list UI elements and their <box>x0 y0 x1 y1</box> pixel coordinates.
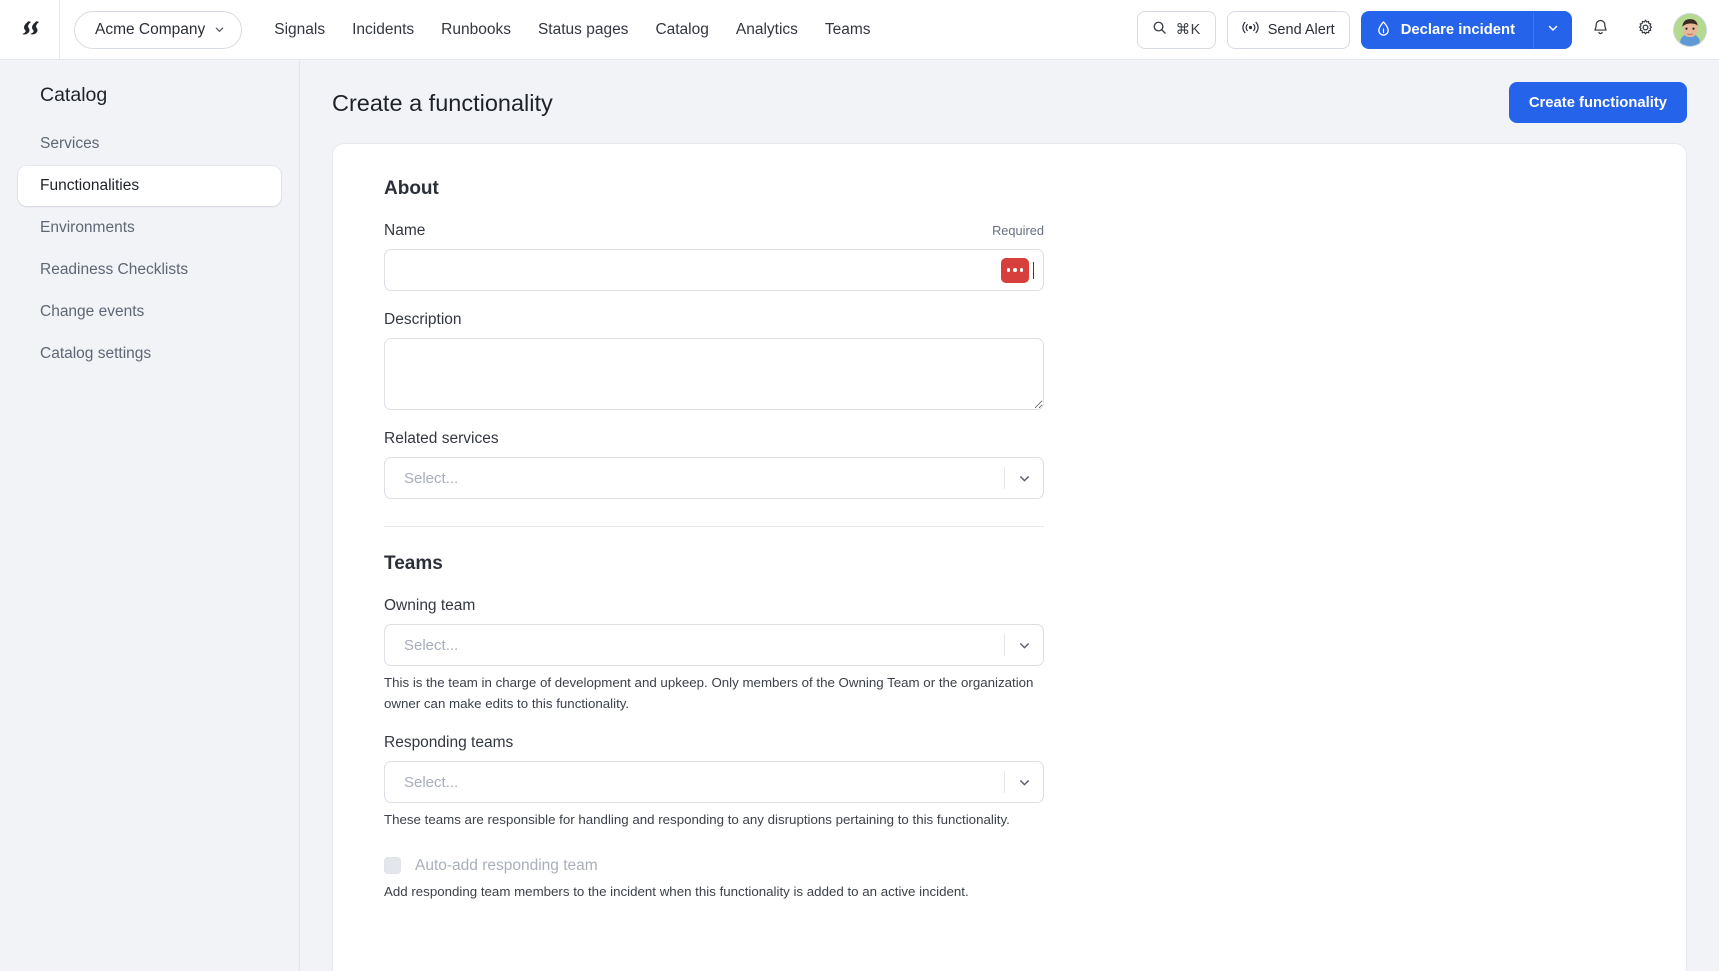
app-logo[interactable] <box>0 0 60 60</box>
text-caret <box>1033 261 1034 279</box>
name-field-header: Name Required <box>384 222 1044 249</box>
catalog-sidebar: Catalog Services Functionalities Environ… <box>0 60 300 971</box>
description-field-group: Description <box>384 311 1104 410</box>
chevron-down-icon <box>1547 21 1559 39</box>
sidebar-item-functionalities[interactable]: Functionalities <box>18 166 281 206</box>
auto-add-helper-text: Add responding team members to the incid… <box>384 883 969 899</box>
create-functionality-form-card: About Name Required Description Related … <box>332 143 1687 971</box>
sidebar-item-change-events[interactable]: Change events <box>18 292 281 332</box>
notifications-button[interactable] <box>1583 13 1617 47</box>
sidebar-item-services[interactable]: Services <box>18 124 281 164</box>
auto-add-responding-team-label: Auto-add responding team <box>415 856 598 874</box>
form-column: About Name Required Description Related … <box>384 178 1104 902</box>
declare-incident-label: Declare incident <box>1400 22 1515 38</box>
auto-add-responding-team-checkbox[interactable] <box>384 857 401 875</box>
related-services-select[interactable]: Select... <box>384 457 1044 499</box>
org-switcher-label: Acme Company <box>95 20 206 38</box>
responding-teams-placeholder: Select... <box>404 773 459 791</box>
name-required-badge: Required <box>992 223 1044 238</box>
name-field-group: Name Required <box>384 222 1104 291</box>
related-services-label: Related services <box>384 430 499 447</box>
chevron-down-icon[interactable] <box>1005 472 1043 485</box>
sidebar-item-catalog-settings[interactable]: Catalog settings <box>18 334 281 374</box>
responding-teams-helper-text: These teams are responsible for handling… <box>384 812 1010 828</box>
avatar[interactable] <box>1673 13 1707 47</box>
chevron-down-icon[interactable] <box>1005 776 1043 789</box>
settings-button[interactable] <box>1628 13 1662 47</box>
firehydrant-logo-icon <box>18 18 42 42</box>
main-content: Create a functionality Create functional… <box>300 60 1719 971</box>
sidebar-item-environments[interactable]: Environments <box>18 208 281 248</box>
search-shortcut: ⌘K <box>1175 22 1201 38</box>
gear-icon <box>1636 18 1655 42</box>
top-navigation-bar: Acme Company Signals Incidents Runbooks … <box>0 0 1719 60</box>
related-services-field-group: Related services Select... <box>384 430 1104 499</box>
owning-team-label: Owning team <box>384 597 476 614</box>
page-title: Create a functionality <box>332 90 553 116</box>
owning-team-select[interactable]: Select... <box>384 624 1044 666</box>
name-label: Name <box>384 222 426 239</box>
nav-item-runbooks[interactable]: Runbooks <box>441 21 511 39</box>
teams-section-title: Teams <box>384 553 443 574</box>
responding-teams-field-group: Responding teams Select... These teams a… <box>384 734 1104 831</box>
sidebar-title: Catalog <box>40 84 108 106</box>
responding-teams-select[interactable]: Select... <box>384 761 1044 804</box>
description-textarea[interactable] <box>384 338 1044 410</box>
bell-icon <box>1591 18 1610 42</box>
water-drop-icon <box>1376 20 1391 41</box>
header-actions: ⌘K Send Alert Declare incident <box>1136 0 1707 60</box>
send-alert-label: Send Alert <box>1267 22 1335 38</box>
org-switcher[interactable]: Acme Company <box>74 10 243 49</box>
name-input[interactable] <box>399 250 1001 290</box>
nav-item-catalog[interactable]: Catalog <box>655 21 708 39</box>
nav-item-teams[interactable]: Teams <box>825 21 871 39</box>
owning-team-helper-text: This is the team in charge of developmen… <box>384 675 1034 711</box>
chevron-down-icon <box>214 24 225 35</box>
chevron-down-icon[interactable] <box>1005 639 1043 652</box>
nav-item-status-pages[interactable]: Status pages <box>538 21 628 39</box>
nav-item-signals[interactable]: Signals <box>274 21 325 39</box>
create-functionality-button[interactable]: Create functionality <box>1508 82 1687 123</box>
owning-team-field-group: Owning team Select... This is the team i… <box>384 597 1104 714</box>
declare-incident-button[interactable]: Declare incident <box>1360 11 1534 49</box>
search-button[interactable]: ⌘K <box>1136 11 1216 49</box>
declare-incident-group: Declare incident <box>1360 11 1572 49</box>
name-input-wrap <box>384 249 1044 291</box>
section-divider <box>384 526 1044 527</box>
broadcast-icon <box>1242 20 1259 40</box>
about-section-title: About <box>384 178 439 199</box>
page-header: Create a functionality Create functional… <box>332 82 1687 123</box>
main-navigation: Signals Incidents Runbooks Status pages … <box>274 21 870 39</box>
nav-item-incidents[interactable]: Incidents <box>352 21 414 39</box>
responding-teams-label: Responding teams <box>384 734 514 752</box>
related-services-placeholder: Select... <box>404 469 459 487</box>
auto-add-responding-team-row[interactable]: Auto-add responding team <box>384 857 1104 875</box>
sidebar-item-readiness-checklists[interactable]: Readiness Checklists <box>18 250 281 290</box>
owning-team-placeholder: Select... <box>404 636 459 654</box>
description-label: Description <box>384 311 462 328</box>
ellipsis-icon[interactable] <box>1001 257 1029 283</box>
page-body: Catalog Services Functionalities Environ… <box>0 60 1719 971</box>
search-icon <box>1152 20 1167 40</box>
declare-incident-dropdown-toggle[interactable] <box>1534 11 1572 49</box>
send-alert-button[interactable]: Send Alert <box>1226 11 1350 49</box>
nav-item-analytics[interactable]: Analytics <box>736 21 798 39</box>
